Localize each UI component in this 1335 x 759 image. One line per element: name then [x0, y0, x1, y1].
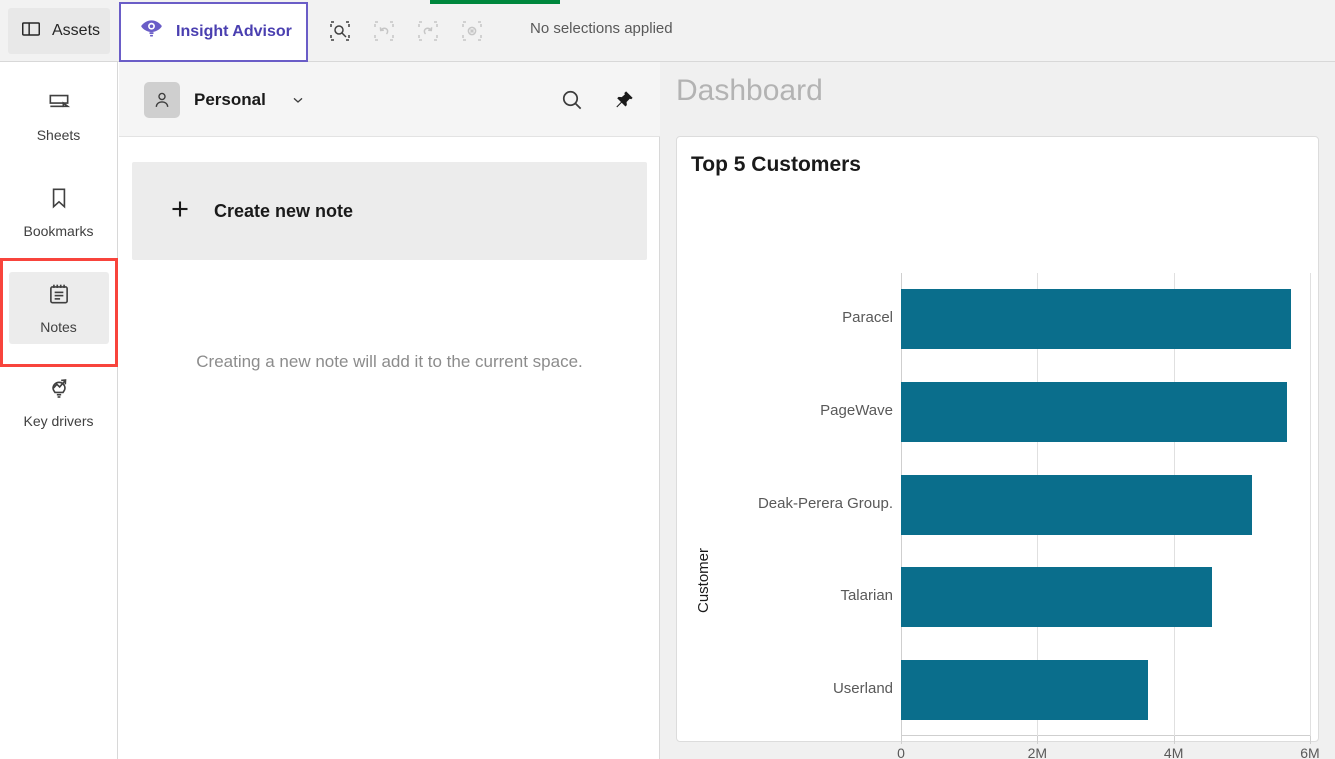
x-axis-tick: [1037, 736, 1039, 744]
create-new-note-button[interactable]: Create new note: [132, 162, 647, 260]
sidebar-item-notes[interactable]: Notes: [0, 272, 109, 344]
sheets-icon: [46, 89, 72, 120]
left-sidebar: Sheets Bookmarks Notes Key drivers: [0, 62, 118, 759]
selection-search-icon[interactable]: [325, 16, 355, 46]
selection-toolbar: [325, 14, 487, 48]
sidebar-label-bookmarks: Bookmarks: [23, 223, 94, 239]
x-axis-tick: [901, 736, 902, 744]
notes-panel: Personal Create new note Creating a new …: [119, 62, 660, 759]
notes-header-actions: [558, 86, 638, 114]
bar[interactable]: [901, 381, 1287, 442]
bar[interactable]: [901, 474, 1253, 535]
person-icon: [144, 82, 180, 118]
x-axis-tick-label: 6M: [1300, 745, 1320, 759]
key-drivers-icon: [46, 375, 72, 406]
insight-advisor-label: Insight Advisor: [176, 23, 292, 40]
create-new-note-label: Create new note: [214, 200, 354, 221]
plus-icon: [168, 197, 192, 226]
notes-icon: [46, 281, 72, 312]
page-title: Dashboard: [676, 74, 823, 107]
y-axis-category-label[interactable]: Talarian: [840, 587, 893, 604]
panel-layout-icon: [20, 18, 42, 45]
chevron-down-icon[interactable]: [290, 92, 306, 108]
x-axis-tick-label: 0: [897, 745, 905, 759]
tab-insight-advisor[interactable]: Insight Advisor: [119, 2, 308, 62]
bar[interactable]: [901, 567, 1212, 628]
y-axis-category-label[interactable]: Paracel: [842, 309, 893, 326]
qlik-app-window: Assets Insight Advisor No selections app…: [0, 0, 1335, 759]
chart-title: Top 5 Customers: [691, 153, 861, 176]
bar[interactable]: [901, 659, 1148, 720]
gridline: [1310, 273, 1311, 736]
notes-panel-header: Personal: [119, 62, 660, 137]
x-axis-tick-label: 2M: [1027, 745, 1048, 759]
sidebar-label-notes: Notes: [40, 319, 77, 335]
assets-label: Assets: [52, 22, 101, 39]
undo-icon[interactable]: [369, 16, 399, 46]
space-selector[interactable]: Personal: [144, 82, 306, 118]
sidebar-label-key-drivers: Key drivers: [23, 413, 94, 429]
pin-icon[interactable]: [610, 86, 638, 114]
x-axis-tick: [1173, 736, 1175, 744]
x-axis-tick: [1310, 736, 1311, 744]
y-axis-title: Customer: [695, 547, 712, 613]
search-icon[interactable]: [558, 86, 586, 114]
loading-progress-bar: [430, 0, 560, 4]
y-axis-category-label[interactable]: Userland: [833, 680, 893, 697]
active-accent-bar: [0, 274, 3, 342]
y-axis-category-label[interactable]: Deak-Perera Group.: [758, 495, 893, 512]
chart-card[interactable]: Top 5 Customers 0 2M 4M 6M Paracel PageWave D…: [676, 136, 1320, 759]
sidebar-item-bookmarks[interactable]: Bookmarks: [9, 176, 109, 248]
sidebar-label-sheets: Sheets: [36, 127, 81, 143]
dashboard-area: Dashboard Top 5 Customers 0 2M 4M 6M Parace…: [660, 62, 1335, 759]
assets-button[interactable]: Assets: [8, 8, 110, 54]
insight-bulb-eye-icon: [139, 17, 164, 47]
space-name: Personal: [194, 90, 266, 109]
bar-chart-plot[interactable]: 0 2M 4M 6M Paracel PageWave Deak-Perera Group…: [695, 273, 1320, 759]
sidebar-item-key-drivers[interactable]: Key drivers: [9, 366, 109, 438]
bookmark-icon: [46, 185, 72, 216]
sidebar-item-sheets[interactable]: Sheets: [9, 80, 109, 152]
clear-selections-icon[interactable]: [457, 16, 487, 46]
x-axis-tick-label: 4M: [1163, 745, 1184, 759]
notes-empty-message: Creating a new note will add it to the c…: [196, 352, 583, 371]
top-toolbar: Assets Insight Advisor No selections app…: [0, 0, 1335, 62]
no-selections-text: No selections applied: [530, 20, 673, 37]
bar[interactable]: [901, 289, 1291, 350]
y-axis-category-label[interactable]: PageWave: [820, 402, 893, 419]
redo-icon[interactable]: [413, 16, 443, 46]
